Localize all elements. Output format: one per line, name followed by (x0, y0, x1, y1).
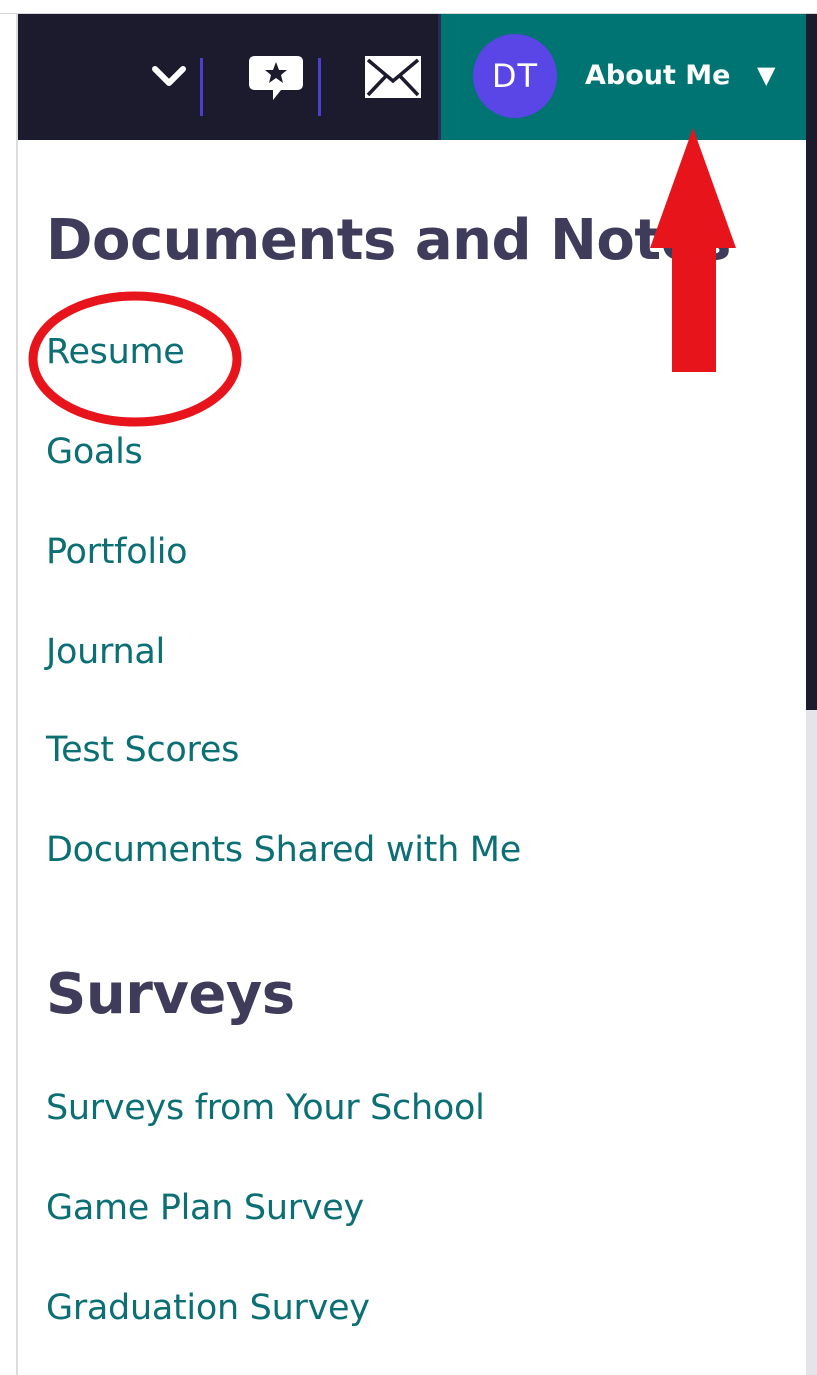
chat-star-icon (249, 56, 303, 100)
about-me-menu-button[interactable]: DT About Me ▼ (441, 14, 806, 140)
avatar[interactable]: DT (473, 34, 557, 118)
caret-down-icon: ▼ (757, 61, 776, 89)
about-me-label: About Me (585, 60, 731, 91)
menu-link-test-scores[interactable]: Test Scores (46, 730, 239, 770)
menu-link-documents-shared[interactable]: Documents Shared with Me (46, 830, 521, 870)
menu-link-goals[interactable]: Goals (46, 432, 143, 472)
menu-link-graduation-survey[interactable]: Graduation Survey (46, 1288, 370, 1328)
menu-link-portfolio[interactable]: Portfolio (46, 532, 188, 572)
menu-link-journal[interactable]: Journal (46, 632, 165, 672)
page-frame: DT About Me ▼ Documents and Notes Resume… (0, 0, 817, 1375)
about-me-dropdown: Documents and Notes Resume Goals Portfol… (18, 140, 806, 1375)
expand-menu-button[interactable] (130, 14, 208, 140)
messages-button[interactable] (222, 14, 330, 140)
envelope-icon (365, 56, 421, 98)
nav-divider (200, 58, 203, 116)
mail-button[interactable] (340, 14, 446, 140)
menu-link-game-plan-survey[interactable]: Game Plan Survey (46, 1188, 364, 1228)
menu-link-resume[interactable]: Resume (46, 332, 185, 372)
section-heading-documents: Documents and Notes (46, 208, 731, 273)
section-heading-surveys: Surveys (46, 962, 295, 1027)
menu-link-school-surveys[interactable]: Surveys from Your School (46, 1088, 485, 1128)
top-navbar: DT About Me ▼ (18, 14, 806, 140)
frame-top-edge (0, 0, 817, 14)
nav-divider (318, 58, 321, 116)
chevron-down-icon (152, 66, 186, 86)
scrollbar-thumb[interactable] (806, 14, 817, 710)
